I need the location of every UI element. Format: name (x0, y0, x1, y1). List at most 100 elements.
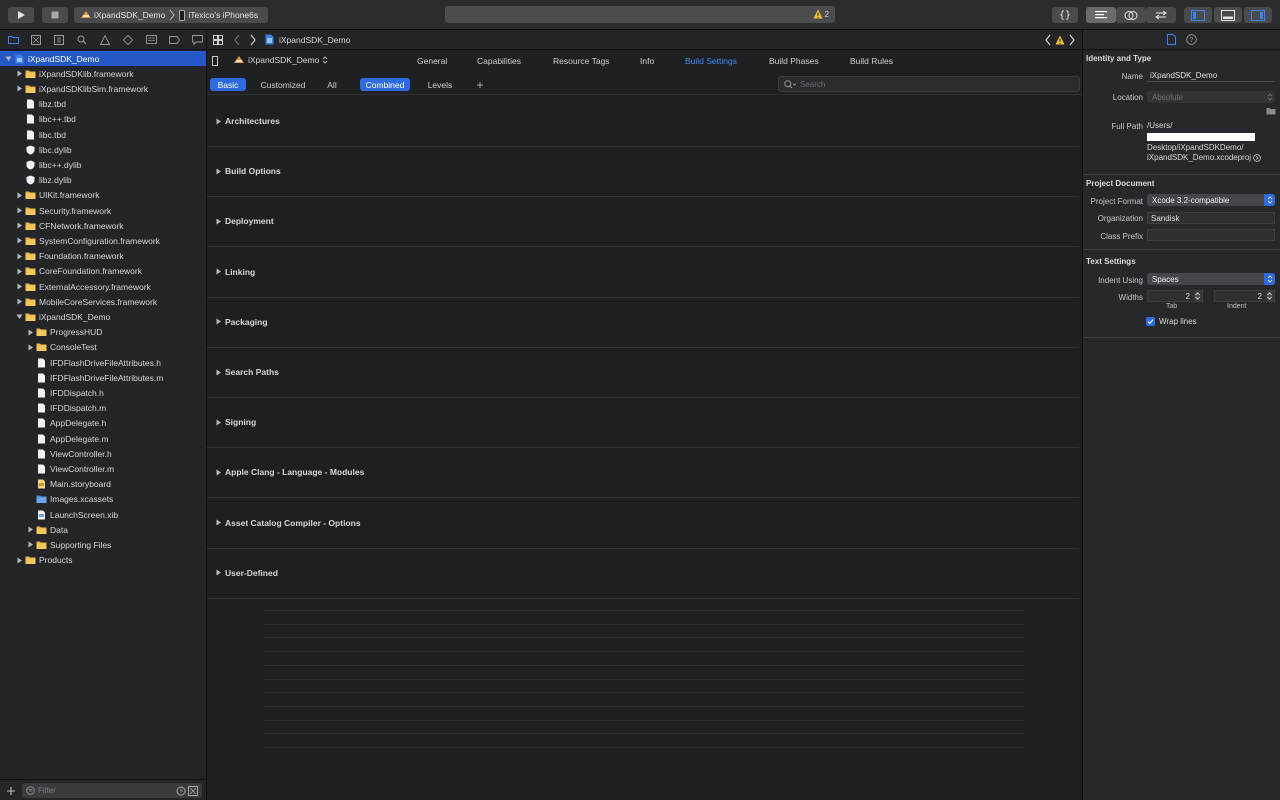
disclosure-open-icon[interactable] (15, 313, 23, 321)
toggle-inspector-button[interactable] (1244, 7, 1272, 23)
navigator-item[interactable]: iXpandSDK_Demo (0, 51, 206, 66)
name-field[interactable]: iXpandSDK_Demo (1147, 70, 1275, 82)
disclosure-closed-icon[interactable] (15, 237, 23, 245)
navigator-item[interactable]: libc.dylib (0, 142, 206, 157)
navigator-item[interactable]: AppDelegate.m (0, 431, 206, 446)
toggle-debug-area-button[interactable] (1214, 7, 1242, 23)
navigator-item[interactable]: ViewController.h (0, 446, 206, 461)
indent-width-field[interactable]: 2 (1214, 290, 1275, 302)
add-build-setting-button[interactable]: + (472, 78, 488, 92)
disclosure-closed-icon[interactable] (15, 267, 23, 275)
organization-field[interactable]: Sandisk (1147, 212, 1275, 224)
section-header[interactable]: Linking (215, 267, 255, 277)
disclosure-closed-icon[interactable] (15, 70, 23, 78)
navigator-item[interactable]: IFDDispatch.m (0, 401, 206, 416)
stop-button[interactable] (42, 7, 68, 23)
section-header[interactable]: Apple Clang - Language - Modules (215, 467, 364, 477)
section-header[interactable]: Architectures (215, 116, 280, 126)
disclosure-closed-icon[interactable] (15, 85, 23, 93)
version-editor-button[interactable] (1146, 7, 1176, 23)
build-settings-search[interactable]: Search (778, 76, 1080, 92)
disclosure-closed-icon[interactable] (15, 207, 23, 215)
reveal-in-finder-icon[interactable] (1253, 154, 1261, 163)
source-control-navigator-tab[interactable] (27, 34, 45, 45)
disclosure-closed-icon[interactable] (26, 541, 34, 549)
related-items-icon[interactable] (213, 34, 223, 45)
disclosure-closed-icon[interactable] (15, 283, 23, 291)
issue-warning-icon[interactable] (1055, 35, 1065, 45)
navigator-item[interactable]: libz.dylib (0, 173, 206, 188)
tab-resource-tags[interactable]: Resource Tags (553, 56, 610, 66)
tab-general[interactable]: General (417, 56, 447, 66)
levels-view-button[interactable]: Levels (418, 78, 462, 91)
disclosure-closed-icon[interactable] (215, 569, 222, 576)
navigator-item[interactable]: iXpandSDKlibSim.framework (0, 81, 206, 96)
standard-editor-button[interactable] (1086, 7, 1116, 23)
wrap-lines-checkbox[interactable]: Wrap lines (1146, 317, 1197, 326)
navigator-item[interactable]: UIKit.framework (0, 188, 206, 203)
back-arrow-icon[interactable] (233, 34, 241, 46)
section-header[interactable]: Build Options (215, 166, 281, 176)
tab-width-field[interactable]: 2 (1147, 290, 1203, 302)
navigator-item[interactable]: ConsoleTest (0, 340, 206, 355)
disclosure-closed-icon[interactable] (215, 419, 222, 426)
navigator-item[interactable]: IFDFlashDriveFileAttributes.h (0, 355, 206, 370)
disclosure-closed-icon[interactable] (15, 191, 23, 199)
find-navigator-tab[interactable] (73, 35, 91, 45)
all-filter-button[interactable]: All (319, 78, 345, 91)
section-header[interactable]: User-Defined (215, 568, 278, 578)
disclosure-closed-icon[interactable] (26, 526, 34, 534)
project-format-popup[interactable]: Xcode 3.2-compatible (1147, 194, 1275, 206)
toggle-navigator-button[interactable] (1184, 7, 1212, 23)
disclosure-closed-icon[interactable] (215, 369, 222, 376)
navigator-item[interactable]: Supporting Files (0, 537, 206, 552)
basic-filter-button[interactable]: Basic (210, 78, 246, 91)
symbol-navigator-tab[interactable] (50, 34, 68, 45)
show-targets-list-icon[interactable] (212, 56, 218, 66)
customized-filter-button[interactable]: Customized (255, 78, 311, 91)
tab-build-settings[interactable]: Build Settings (685, 56, 737, 66)
disclosure-closed-icon[interactable] (215, 118, 222, 125)
section-header[interactable]: Packaging (215, 317, 268, 327)
quick-help-icon[interactable]: ? (1185, 34, 1197, 45)
project-navigator-tab[interactable] (4, 35, 22, 44)
disclosure-closed-icon[interactable] (26, 328, 34, 336)
section-header[interactable]: Deployment (215, 216, 274, 226)
navigator-item[interactable]: CoreFoundation.framework (0, 264, 206, 279)
breakpoint-navigator-tab[interactable] (165, 35, 183, 44)
navigator-item[interactable]: libc++.dylib (0, 157, 206, 172)
navigator-item[interactable]: Images.xcassets (0, 492, 206, 507)
tab-info[interactable]: Info (640, 56, 654, 66)
tab-build-phases[interactable]: Build Phases (769, 56, 819, 66)
navigator-item[interactable]: LaunchScreen.xib (0, 507, 206, 522)
disclosure-closed-icon[interactable] (215, 519, 222, 526)
section-header[interactable]: Signing (215, 417, 256, 427)
navigator-item[interactable]: libc++.tbd (0, 112, 206, 127)
tab-build-rules[interactable]: Build Rules (850, 56, 893, 66)
navigator-item[interactable]: ViewController.m (0, 461, 206, 476)
run-button[interactable] (8, 7, 34, 23)
disclosure-closed-icon[interactable] (215, 268, 222, 275)
recent-files-icon[interactable] (176, 786, 186, 796)
disclosure-closed-icon[interactable] (15, 556, 23, 564)
disclosure-open-icon[interactable] (4, 55, 12, 63)
class-prefix-field[interactable] (1147, 229, 1275, 241)
disclosure-closed-icon[interactable] (215, 218, 222, 225)
disclosure-closed-icon[interactable] (26, 343, 34, 351)
test-navigator-tab[interactable] (119, 34, 137, 45)
section-header[interactable]: Asset Catalog Compiler - Options (215, 518, 361, 528)
warning-indicator[interactable]: 2 (813, 9, 829, 19)
stepper-icon[interactable] (1266, 291, 1273, 301)
file-inspector-icon[interactable] (1166, 34, 1176, 45)
navigator-item[interactable]: AppDelegate.h (0, 416, 206, 431)
navigator-filter-field[interactable]: Filter (22, 783, 202, 798)
navigator-item[interactable]: Products (0, 553, 206, 568)
navigator-item[interactable]: CFNetwork.framework (0, 218, 206, 233)
disclosure-closed-icon[interactable] (215, 168, 222, 175)
navigator-item[interactable]: iXpandSDKlib.framework (0, 66, 206, 81)
navigator-item[interactable]: IFDDispatch.h (0, 385, 206, 400)
next-issue-icon[interactable] (1068, 34, 1076, 46)
forward-arrow-icon[interactable] (249, 34, 257, 46)
navigator-item[interactable]: libc.tbd (0, 127, 206, 142)
disclosure-closed-icon[interactable] (15, 252, 23, 260)
